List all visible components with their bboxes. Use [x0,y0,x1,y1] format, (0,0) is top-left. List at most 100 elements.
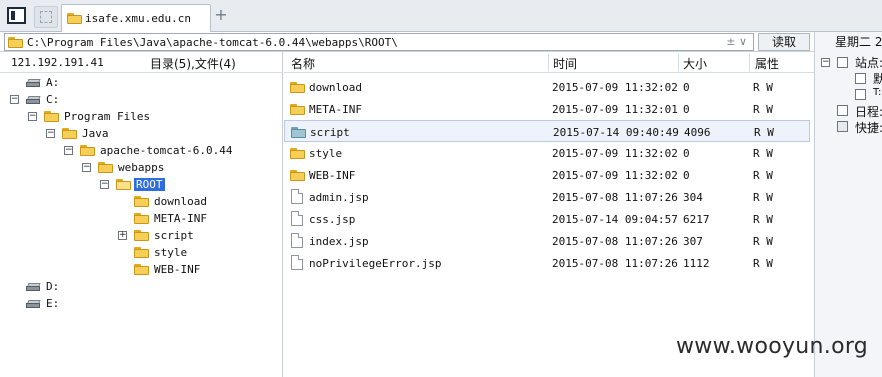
expander-icon[interactable]: − [821,58,830,67]
tree-item[interactable]: META-INF [0,211,280,227]
tree-item[interactable]: style [0,245,280,261]
tree-item[interactable]: − Program Files [0,109,280,125]
read-button[interactable]: 读取 [758,33,810,51]
tree-item[interactable]: D: [0,279,280,295]
folder-icon [134,264,149,275]
add-tab-icon[interactable]: + [214,6,228,24]
drive-icon [26,96,42,105]
folder-icon [8,37,23,48]
tree-item[interactable]: E: [0,296,280,312]
tree-item-label: C: [46,93,60,106]
folder-icon [134,230,149,241]
address-bar: C:\Program Files\Java\apache-tomcat-6.0.… [0,32,814,52]
tree-item-label: D: [46,280,60,293]
file-name: index.jsp [309,235,369,248]
column-header-time[interactable]: 时间 [553,55,577,71]
checkbox-icon[interactable] [855,73,866,84]
file-row[interactable]: style 2015-07-09 11:32:02 0 R W [284,142,810,164]
tree-item-label: WEB-INF [154,263,201,276]
tree-item[interactable]: − ROOT [0,177,280,193]
tree-item-label: download [154,195,207,208]
tree-item[interactable]: − C: [0,92,280,108]
tree-item-label: E: [46,297,60,310]
file-attr: R W [753,257,773,270]
tab-isafe[interactable]: isafe.xmu.edu.cn [61,4,211,32]
blank-tab[interactable] [34,6,58,28]
file-attr: R W [753,103,773,116]
file-size: 304 [683,191,703,204]
collapse-icon[interactable]: − [100,180,109,189]
folder-icon [67,13,82,24]
column-header-attr[interactable]: 属性 [755,55,779,71]
file-size: 6217 [683,213,710,226]
file-row[interactable]: WEB-INF 2015-07-09 11:32:02 0 R W [284,164,810,186]
file-list-header: 名称 时间 大小 属性 [284,52,814,73]
file-time: 2015-07-14 09:40:49 [553,126,679,139]
calendar-icon [837,105,848,116]
folder-icon [116,179,131,190]
file-attr: R W [753,169,773,182]
folder-icon [291,127,306,138]
file-size: 0 [683,81,690,94]
panel-toggle-icon[interactable] [7,7,26,24]
collapse-icon[interactable]: − [64,146,73,155]
expand-icon[interactable]: + [118,231,127,240]
folder-icon [134,213,149,224]
file-name: WEB-INF [309,169,356,182]
site-item-2[interactable]: T: [873,87,881,98]
schedule-label[interactable]: 日程: [855,103,882,120]
file-attr: R W [753,147,773,160]
checkbox-icon[interactable] [855,89,866,100]
tree-item-label: Program Files [64,110,151,123]
file-icon [291,189,303,204]
file-time: 2015-07-08 11:07:26 [552,235,678,248]
file-attr: R W [754,126,774,139]
right-sidebar: 星期二 2 − 站点: 默 T: 日程: 快捷: [814,32,882,377]
file-size: 4096 [684,126,711,139]
tree-item-label: Java [82,127,109,140]
path-input[interactable]: C:\Program Files\Java\apache-tomcat-6.0.… [4,33,754,51]
file-name: download [309,81,362,94]
file-row[interactable]: noPrivilegeError.jsp 2015-07-08 11:07:26 1… [284,252,810,274]
column-header-name[interactable]: 名称 [291,55,315,71]
file-time: 2015-07-08 11:07:26 [552,191,678,204]
folder-icon [44,111,59,122]
tree-item[interactable]: A: [0,75,280,91]
collapse-icon[interactable]: − [28,112,37,121]
drive-icon [26,283,42,292]
tree-item-label: webapps [118,161,165,174]
tree-item[interactable]: − Java [0,126,280,142]
column-header-size[interactable]: 大小 [683,55,707,71]
tree-header: 121.192.191.41 目录(5),文件(4) [0,52,283,73]
file-time: 2015-07-09 11:32:02 [552,81,678,94]
file-list-panel: 名称 时间 大小 属性 download 2015-07-09 11:32:02 0… [284,52,814,377]
file-name: META-INF [309,103,362,116]
folder-icon [62,128,77,139]
file-row[interactable]: META-INF 2015-07-09 11:32:01 0 R W [284,98,810,120]
tree-item-label: A: [46,76,60,89]
file-row[interactable]: script 2015-07-14 09:40:49 4096 R W [284,120,810,142]
tree-item-label: script [154,229,194,242]
path-dropdown-icon[interactable]: ± ∨ [726,35,747,48]
tree-item[interactable]: − apache-tomcat-6.0.44 [0,143,280,159]
tree-item-label: ROOT [134,178,165,191]
file-row[interactable]: download 2015-07-09 11:32:02 0 R W [284,76,810,98]
file-row[interactable]: css.jsp 2015-07-14 09:04:57 6217 R W [284,208,810,230]
collapse-icon[interactable]: − [82,163,91,172]
tree-item[interactable]: − webapps [0,160,280,176]
file-attr: R W [753,191,773,204]
tree-item[interactable]: WEB-INF [0,262,280,278]
shortcuts-label[interactable]: 快捷: [855,119,882,136]
dir-file-count: 目录(5),文件(4) [150,57,236,71]
file-size: 307 [683,235,703,248]
shortcut-icon [837,121,848,132]
file-row[interactable]: admin.jsp 2015-07-08 11:07:26 304 R W [284,186,810,208]
file-row[interactable]: index.jsp 2015-07-08 11:07:26 307 R W [284,230,810,252]
tree-item[interactable]: download [0,194,280,210]
site-item-1[interactable]: 默 [873,70,882,87]
sites-label[interactable]: 站点: [855,54,882,71]
collapse-icon[interactable]: − [46,129,55,138]
collapse-icon[interactable]: − [10,95,19,104]
tree-item[interactable]: + script [0,228,280,244]
file-icon [291,211,303,226]
